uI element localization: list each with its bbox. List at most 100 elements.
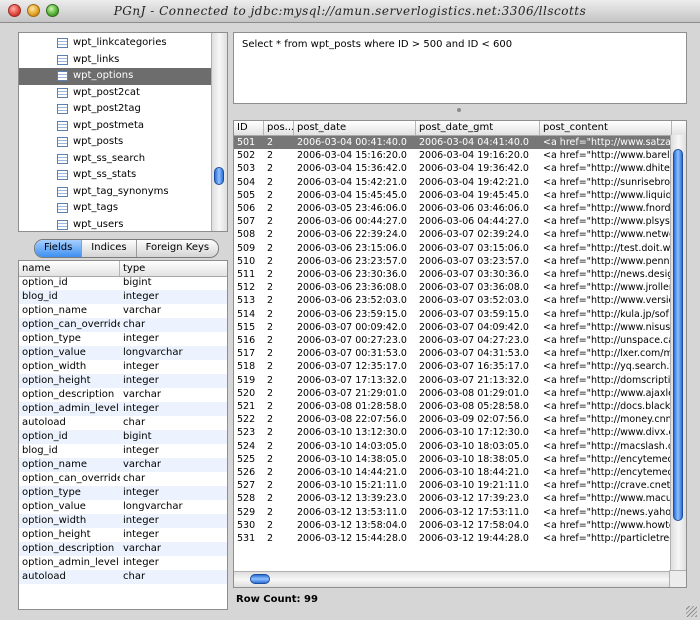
table-list-item[interactable]: wpt_post2tag [19,101,211,118]
results-table-row[interactable]: 528 2 2006-03-12 13:39:23.0 2006-03-12 17:3… [234,492,672,505]
results-table-row[interactable]: 521 2 2006-03-08 01:28:58.0 2006-03-08 05:2… [234,400,672,413]
fields-table-row[interactable]: option_name varchar [19,458,227,472]
fields-table-row[interactable]: option_admin_level integer [19,402,227,416]
results-table-row[interactable]: 525 2 2006-03-10 14:38:05.0 2006-03-10 18:3… [234,453,672,466]
table-list-item[interactable]: wpt_posts [19,134,211,151]
table-list-item[interactable]: wpt_post2cat [19,85,211,102]
results-table-row[interactable]: 509 2 2006-03-06 23:15:06.0 2006-03-07 03:1… [234,242,672,255]
results-table-row[interactable]: 512 2 2006-03-06 23:36:08.0 2006-03-07 03:3… [234,281,672,294]
results-header-id[interactable]: ID [234,121,264,135]
results-header-post-content[interactable]: post_content [540,121,672,135]
table-list-scroll-thumb[interactable] [214,167,224,185]
results-vertical-scrollbar[interactable] [670,135,686,571]
fields-table-row[interactable]: option_height integer [19,528,227,542]
table-list-item[interactable]: wpt_users [19,217,211,232]
table-list-item[interactable]: wpt_ss_stats [19,167,211,184]
fields-table-row[interactable]: option_width integer [19,514,227,528]
results-table-row[interactable]: 524 2 2006-03-10 14:03:05.0 2006-03-10 18:0… [234,440,672,453]
fields-table-row[interactable]: option_id bigint [19,430,227,444]
fields-table-row[interactable]: option_height integer [19,374,227,388]
table-list-item[interactable]: wpt_links [19,52,211,69]
post-content-cell: <a href="http://www.howto [543,519,672,531]
id-cell: 523 [237,427,256,439]
table-list-item[interactable]: wpt_ss_search [19,151,211,168]
results-table-row[interactable]: 510 2 2006-03-06 23:23:57.0 2006-03-07 03:2… [234,255,672,268]
post-date-gmt-cell: 2006-03-07 03:36:08.0 [419,282,529,294]
results-table-row[interactable]: 517 2 2006-03-07 00:31:53.0 2006-03-07 04:3… [234,347,672,360]
tab-foreign-keys[interactable]: Foreign Keys [137,240,219,257]
post-date-cell: 2006-03-06 00:44:27.0 [297,216,407,228]
table-list[interactable]: wpt_linkcategories wpt_links wpt_options wp… [18,32,228,232]
results-table-row[interactable]: 508 2 2006-03-06 22:39:24.0 2006-03-07 02:3… [234,228,672,241]
results-table-row[interactable]: 502 2 2006-03-04 15:16:20.0 2006-03-04 19:1… [234,149,672,162]
fields-table-row[interactable]: option_value longvarchar [19,500,227,514]
table-icon [57,71,68,81]
results-table-row[interactable]: 505 2 2006-03-04 15:45:45.0 2006-03-04 19:4… [234,189,672,202]
fields-table-row[interactable]: option_type integer [19,486,227,500]
tab-indices[interactable]: Indices [82,240,137,257]
table-list-item[interactable]: wpt_linkcategories [19,35,211,52]
query-editor[interactable]: Select * from wpt_posts where ID > 500 a… [233,32,687,104]
table-list-item[interactable]: wpt_postmeta [19,118,211,135]
post-date-cell: 2006-03-07 17:13:32.0 [297,374,407,386]
table-list-item[interactable]: wpt_tags [19,200,211,217]
resize-grip-icon[interactable] [686,606,697,617]
fields-table-row[interactable]: option_admin_level integer [19,556,227,570]
results-table-row[interactable]: 511 2 2006-03-06 23:30:36.0 2006-03-07 03:3… [234,268,672,281]
fields-table-row[interactable]: autoload char [19,570,227,584]
results-table-row[interactable]: 529 2 2006-03-12 13:53:11.0 2006-03-12 17:5… [234,506,672,519]
fields-table-row[interactable]: option_id bigint [19,276,227,290]
fields-header-name[interactable]: name [19,261,120,276]
fields-table-row[interactable]: option_value longvarchar [19,346,227,360]
results-horizontal-scroll-thumb[interactable] [250,574,270,584]
results-table-row[interactable]: 504 2 2006-03-04 15:42:21.0 2006-03-04 19:4… [234,176,670,189]
fields-table-row[interactable]: option_can_override char [19,318,227,332]
results-table-row[interactable]: 515 2 2006-03-07 00:09:42.0 2006-03-07 04:0… [234,321,672,334]
results-vertical-scroll-thumb[interactable] [673,149,683,521]
fields-table-row[interactable]: option_can_override char [19,472,227,486]
results-table[interactable]: ID pos... post_date post_date_gmt post_conte… [233,120,687,588]
results-header-post-date-gmt[interactable]: post_date_gmt [416,121,540,135]
table-list-scrollbar[interactable] [211,33,227,231]
table-icon [57,104,68,114]
results-table-row[interactable]: 526 2 2006-03-10 14:44:21.0 2006-03-10 18:4… [234,466,672,479]
results-table-row[interactable]: 531 2 2006-03-12 15:44:28.0 2006-03-12 19:4… [234,532,672,545]
results-header-post-author[interactable]: pos... [264,121,294,135]
fields-table-row[interactable]: autoload char [19,416,227,430]
query-text[interactable]: Select * from wpt_posts where ID > 500 a… [242,39,512,50]
results-table-row[interactable]: 507 2 2006-03-06 00:44:27.0 2006-03-06 04:4… [234,215,672,228]
results-table-row[interactable]: 514 2 2006-03-06 23:59:15.0 2006-03-07 03:5… [234,308,670,321]
fields-header-type[interactable]: type [120,261,227,276]
results-table-row[interactable]: 503 2 2006-03-04 15:36:42.0 2006-03-04 19:3… [234,162,672,175]
fields-table-row[interactable]: blog_id integer [19,290,227,304]
fields-table-row[interactable]: option_width integer [19,360,227,374]
results-table-row[interactable]: 519 2 2006-03-07 17:13:32.0 2006-03-07 21:1… [234,374,670,387]
results-table-row[interactable]: 501 2 2006-03-04 00:41:40.0 2006-03-04 04:4… [234,136,672,150]
results-table-row[interactable]: 523 2 2006-03-10 13:12:30.0 2006-03-10 17:1… [234,426,672,439]
fields-table-row[interactable]: option_description varchar [19,388,227,402]
post-content-cell: <a href="http://test.doit.wi [543,242,672,254]
post-date-cell: 2006-03-06 23:36:08.0 [297,282,407,294]
results-table-row[interactable]: 513 2 2006-03-06 23:52:03.0 2006-03-07 03:5… [234,294,672,307]
tab-fields[interactable]: Fields [35,240,83,257]
fields-table-row[interactable]: option_name varchar [19,304,227,318]
field-type-cell: integer [123,375,159,386]
results-horizontal-scrollbar[interactable] [234,571,670,587]
results-table-row[interactable]: 530 2 2006-03-12 13:58:04.0 2006-03-12 17:5… [234,519,672,532]
fields-table[interactable]: name type option_id bigint blog_id integer o… [18,260,228,610]
results-table-row[interactable]: 527 2 2006-03-10 15:21:11.0 2006-03-10 19:2… [234,479,672,492]
results-table-row[interactable]: 516 2 2006-03-07 00:27:23.0 2006-03-07 04:2… [234,334,672,347]
post-author-cell: 2 [267,401,274,412]
results-table-row[interactable]: 506 2 2006-03-05 23:46:06.0 2006-03-06 03:4… [234,202,671,215]
results-table-row[interactable]: 520 2 2006-03-07 21:29:01.0 2006-03-08 01:2… [234,387,672,400]
table-list-item-label: wpt_post2cat [73,86,140,98]
results-table-row[interactable]: 522 2 2006-03-08 22:07:56.0 2006-03-09 02:0… [234,413,672,426]
table-list-item[interactable]: wpt_options [19,68,211,85]
splitter-handle[interactable] [457,108,461,112]
results-table-row[interactable]: 518 2 2006-03-07 12:35:17.0 2006-03-07 16:3… [234,360,672,373]
fields-table-row[interactable]: option_description varchar [19,542,227,556]
fields-table-row[interactable]: blog_id integer [19,444,227,458]
fields-table-row[interactable]: option_type integer [19,332,227,346]
results-header-post-date[interactable]: post_date [294,121,416,135]
table-list-item[interactable]: wpt_tag_synonyms [19,184,211,201]
